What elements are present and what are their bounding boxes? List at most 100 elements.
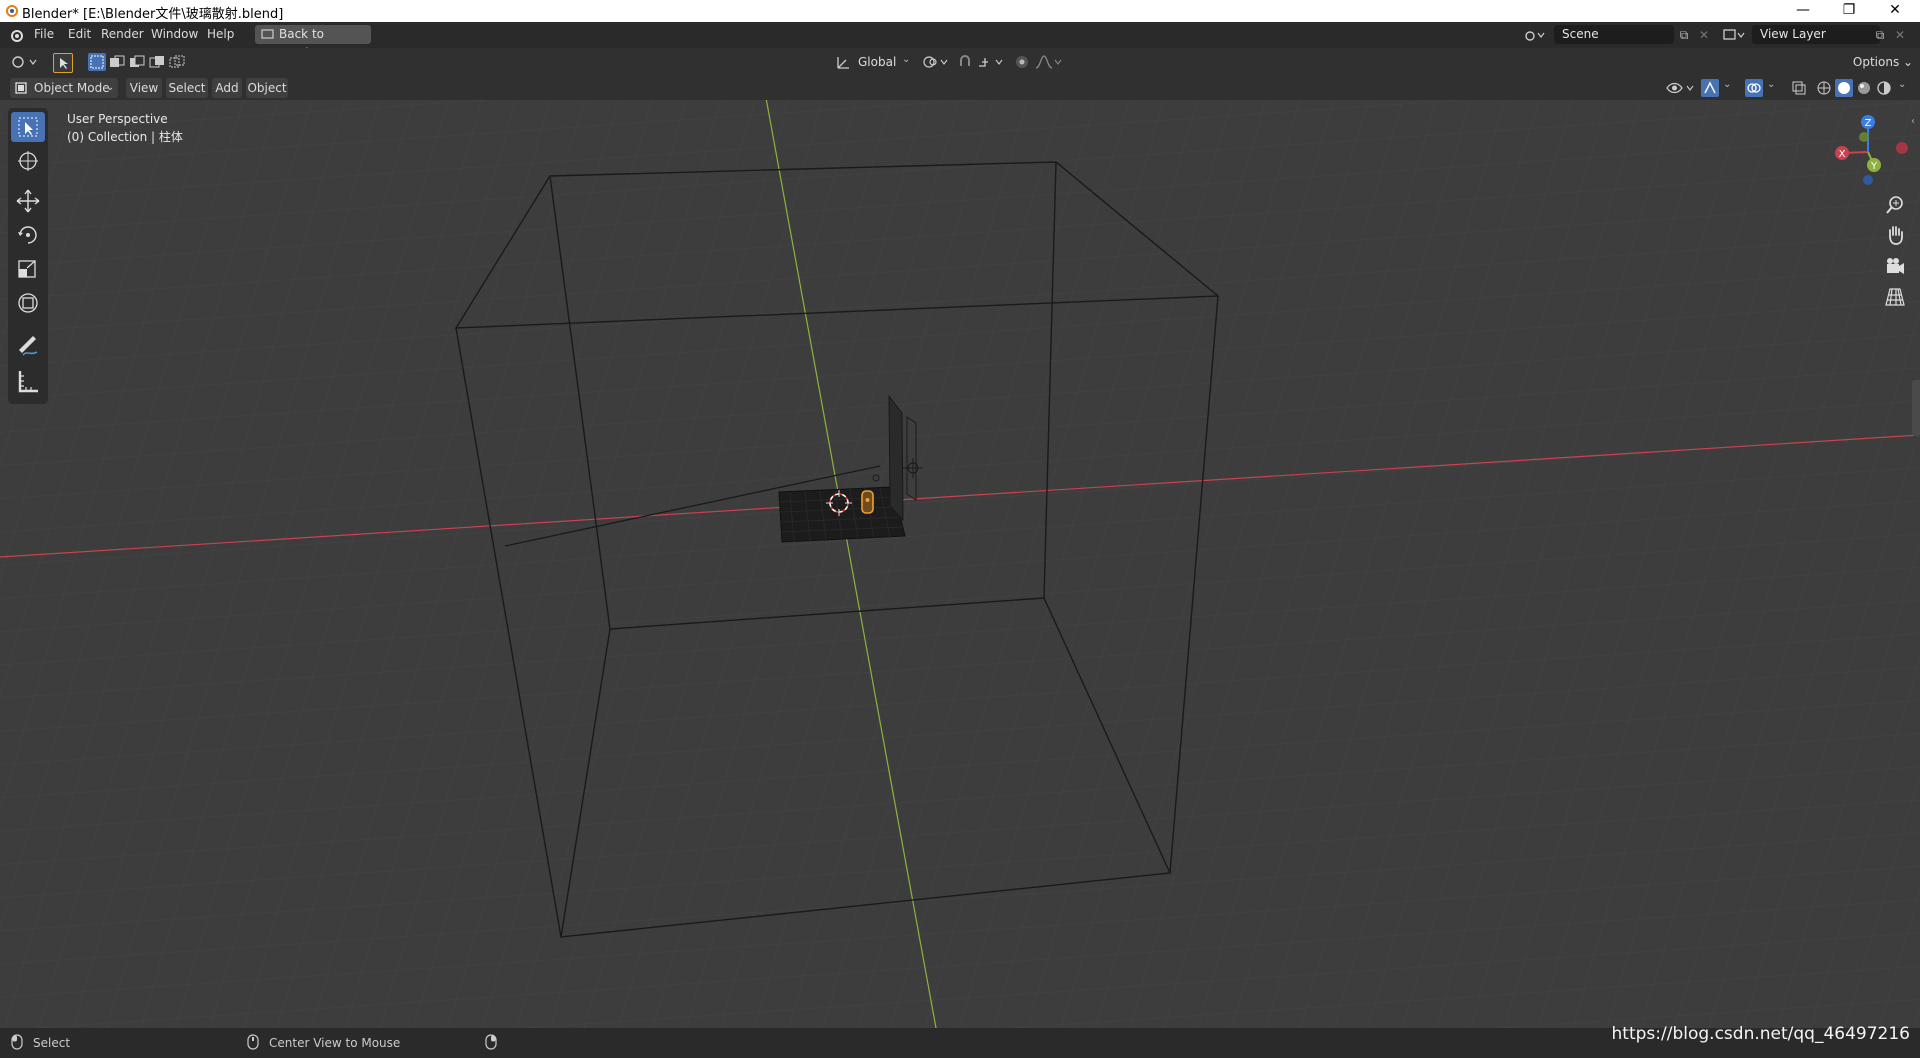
rotate-icon	[18, 226, 37, 244]
tool-rotate[interactable]	[11, 220, 45, 250]
minimize-button[interactable]: —	[1780, 0, 1826, 22]
pivot-point-icon[interactable]	[922, 54, 950, 70]
orientation-chevron-down-icon[interactable]: ⌄	[902, 54, 910, 65]
close-button[interactable]: ✕	[1872, 0, 1918, 22]
mouse-right-icon	[485, 1034, 497, 1050]
snap-target-icon[interactable]	[977, 54, 1007, 70]
menu-render[interactable]: Render	[101, 27, 144, 41]
overlays-chevron-down-icon[interactable]: ⌄	[1767, 79, 1775, 90]
screen-icon	[261, 29, 274, 39]
visibility-eye-icon[interactable]	[1666, 80, 1696, 96]
gizmo-neg-y-icon	[1859, 132, 1869, 142]
shading-solid-icon[interactable]	[1835, 79, 1853, 97]
cylinder-selected-object[interactable]	[861, 490, 874, 514]
viewport-info: User Perspective (0) Collection | 柱体	[67, 110, 183, 146]
restore-button[interactable]: ❐	[1826, 0, 1872, 22]
status-select-hint: Select	[33, 1036, 71, 1050]
tool-scale[interactable]	[11, 254, 45, 284]
select-mode-difference-icon[interactable]	[148, 53, 166, 71]
options-label: Options	[1852, 55, 1900, 69]
perspective-toggle-icon[interactable]	[1882, 284, 1908, 310]
status-center-view-hint: Center View to Mouse	[269, 1036, 401, 1050]
gizmo-toggle-icon[interactable]	[1701, 79, 1719, 97]
options-button[interactable]: Options ⌄	[1852, 52, 1914, 72]
camera-view-icon[interactable]	[1882, 253, 1908, 279]
cursor-tool-icon	[18, 151, 38, 171]
editor-type-icon[interactable]	[10, 53, 40, 71]
select-mode-intersect-icon[interactable]	[168, 53, 186, 71]
sidebar-toggle-handle[interactable]	[1912, 380, 1920, 436]
scene-field[interactable]: Scene	[1554, 25, 1674, 44]
proportional-edit-icon[interactable]	[1014, 54, 1030, 70]
object-mode-dropdown[interactable]: Object Mode ⌄	[10, 78, 118, 98]
tool-shelf	[8, 108, 48, 404]
menu-file[interactable]: File	[34, 27, 54, 41]
scene-value: Scene	[1562, 27, 1599, 41]
menu-help[interactable]: Help	[207, 27, 234, 41]
viewport-header: Object Mode ⌄ View Select Add Object ⌄ ⌄…	[0, 76, 1920, 100]
glass-panel-object[interactable]	[888, 394, 904, 522]
tool-measure[interactable]	[11, 366, 45, 396]
tool-header: Global ⌄ Options ⌄	[0, 48, 1920, 76]
header-collapse-chevron-icon[interactable]: ‹	[1911, 116, 1915, 127]
mode-chevron-down-icon: ⌄	[106, 82, 115, 93]
view-layer-icon[interactable]	[1722, 27, 1746, 43]
shading-chevron-down-icon[interactable]: ⌄	[1898, 79, 1906, 90]
view-layer-copy-icon[interactable]: ⧉	[1872, 27, 1888, 43]
view-layer-field[interactable]: View Layer	[1752, 25, 1880, 44]
shading-wireframe-icon[interactable]	[1815, 79, 1833, 97]
shading-rendered-icon[interactable]	[1875, 79, 1893, 97]
tool-select-box[interactable]	[11, 112, 45, 142]
blender-logo-icon	[6, 5, 18, 17]
scene-icon[interactable]	[1524, 27, 1546, 43]
mouse-middle-icon	[247, 1034, 259, 1050]
back-to-previous-button[interactable]: Back to Previous	[255, 25, 371, 60]
top-menubar: File Edit Render Window Help Back to Pre…	[0, 22, 1920, 60]
tool-cursor[interactable]	[11, 146, 45, 176]
collection-label: (0) Collection | 柱体	[67, 130, 183, 144]
3d-viewport[interactable]	[0, 100, 1920, 1028]
proportional-falloff-icon[interactable]	[1034, 54, 1064, 70]
gizmo-chevron-down-icon[interactable]: ⌄	[1723, 79, 1731, 90]
transform-icon	[18, 293, 38, 313]
gizmo-neg-x-icon	[1896, 142, 1908, 154]
navigation-gizmo[interactable]: Z X Y	[1826, 108, 1910, 188]
viewport-scene	[0, 100, 1920, 1028]
gizmo-z-label: Z	[1865, 118, 1872, 129]
scene-remove-icon[interactable]: ✕	[1696, 27, 1712, 43]
annotate-pencil-icon	[19, 336, 38, 356]
xray-toggle-icon[interactable]	[1790, 79, 1808, 97]
gizmo-y-label: Y	[1870, 161, 1878, 172]
select-tool-icon[interactable]	[53, 53, 73, 73]
window-title: Blender* [E:\Blender文件\玻璃散射.blend]	[22, 7, 284, 22]
gizmo-neg-z-icon	[1863, 175, 1873, 185]
perspective-label: User Perspective	[67, 112, 168, 126]
pan-hand-icon[interactable]	[1882, 222, 1908, 248]
floor-grid	[0, 100, 1920, 1028]
move-icon	[16, 189, 40, 213]
shading-material-icon[interactable]	[1855, 79, 1873, 97]
menu-add[interactable]: Add	[212, 78, 242, 98]
scale-icon	[18, 260, 36, 278]
menu-view[interactable]: View	[126, 78, 162, 98]
select-mode-subtract-icon[interactable]	[128, 53, 146, 71]
tool-annotate[interactable]	[11, 330, 45, 360]
overlays-toggle-icon[interactable]	[1745, 79, 1763, 97]
tool-move[interactable]	[11, 186, 45, 216]
scene-copy-icon[interactable]: ⧉	[1676, 27, 1692, 43]
measure-ruler-icon	[18, 371, 38, 393]
menu-select[interactable]: Select	[166, 78, 208, 98]
snap-toggle-icon[interactable]	[957, 54, 973, 70]
select-mode-new-icon[interactable]	[88, 53, 106, 71]
view-layer-value: View Layer	[1760, 27, 1826, 41]
view-layer-remove-icon[interactable]: ✕	[1892, 27, 1908, 43]
menu-window[interactable]: Window	[151, 27, 198, 41]
zoom-view-icon[interactable]	[1882, 192, 1908, 218]
blender-menu-icon[interactable]	[9, 28, 23, 42]
select-mode-extend-icon[interactable]	[108, 53, 126, 71]
transform-orientation-value[interactable]: Global	[858, 55, 896, 69]
tool-transform[interactable]	[11, 288, 45, 318]
watermark-text: https://blog.csdn.net/qq_46497216	[1611, 1024, 1910, 1044]
menu-edit[interactable]: Edit	[68, 27, 91, 41]
menu-object[interactable]: Object	[246, 78, 288, 98]
